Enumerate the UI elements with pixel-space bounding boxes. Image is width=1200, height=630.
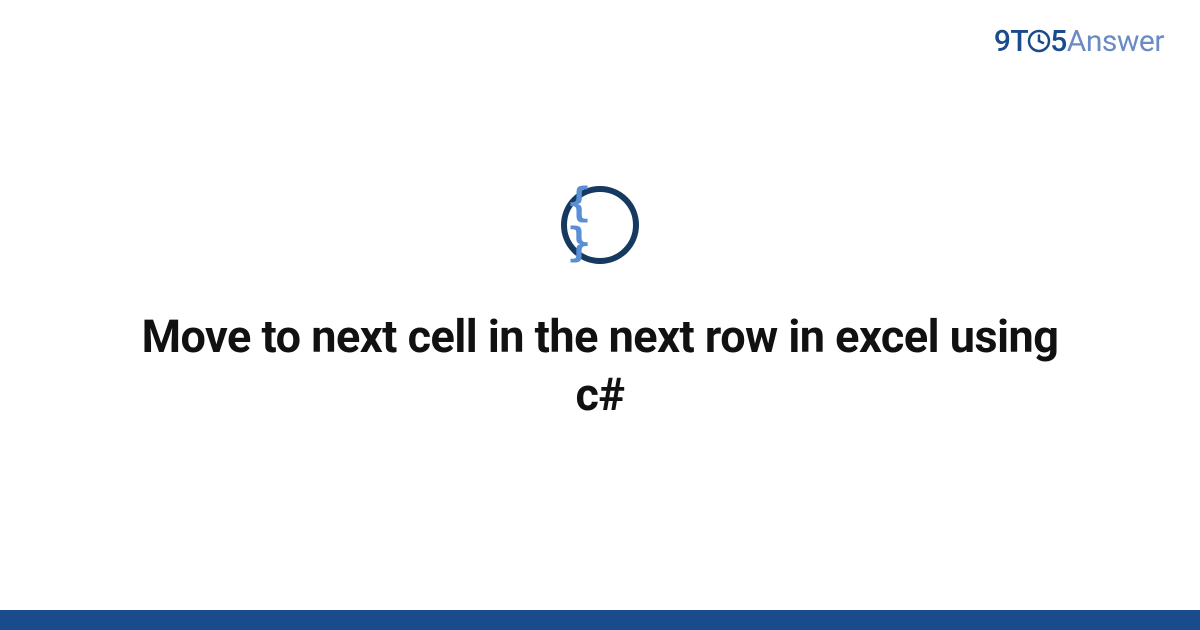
code-braces-icon: { } — [561, 186, 639, 264]
main-content: { } Move to next cell in the next row in… — [0, 0, 1200, 610]
question-title: Move to next cell in the next row in exc… — [140, 308, 1060, 425]
braces-glyph: { } — [567, 183, 633, 263]
footer-bar — [0, 610, 1200, 630]
